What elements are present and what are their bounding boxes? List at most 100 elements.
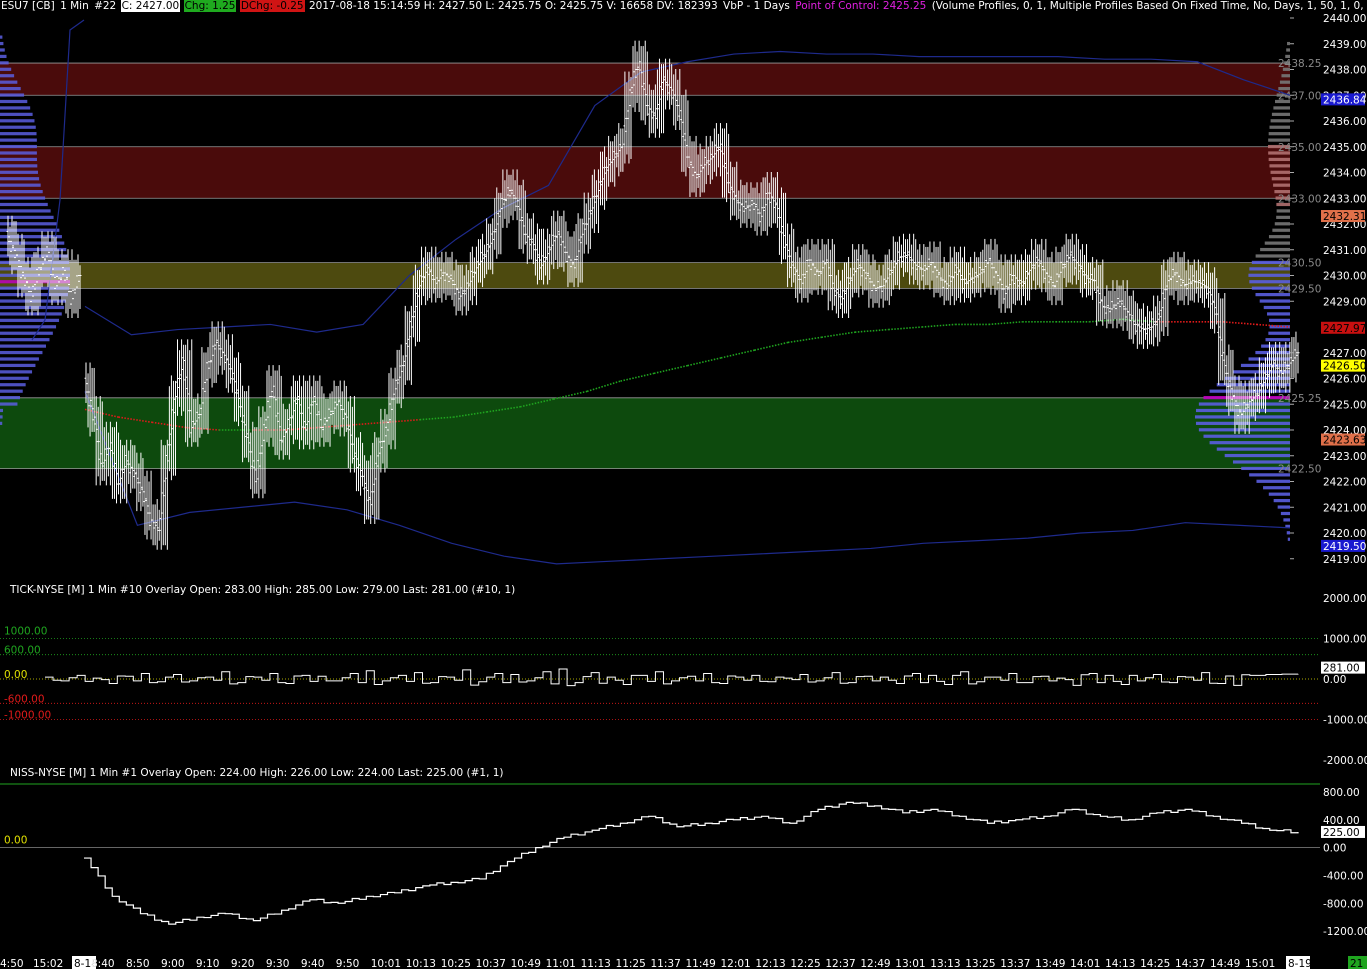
time-label: 14:49 xyxy=(1210,958,1240,969)
session-profile-row xyxy=(1273,499,1290,503)
price-axis-label: 2436.00 xyxy=(1323,116,1366,128)
overnight-profile-row xyxy=(0,363,36,368)
time-label: 9:20 xyxy=(231,958,255,969)
price-axis-label: 2420.00 xyxy=(1323,528,1366,540)
session-profile-row xyxy=(1280,511,1290,516)
study-settings: (Volume Profiles, 0, 1, Multiple Profile… xyxy=(931,0,1367,12)
niss-axis-label: 0.00 xyxy=(1323,843,1346,855)
tick-level-label: 1000.00 xyxy=(4,626,47,638)
time-label: 12:37 xyxy=(825,958,855,969)
tick-level-label: -1000.00 xyxy=(4,710,51,722)
time-label: 11:13 xyxy=(581,958,611,969)
corner-badge-label: 21 xyxy=(1350,958,1363,969)
niss-axis-label: 800.00 xyxy=(1323,787,1360,799)
time-label: 10:49 xyxy=(511,958,541,969)
price-axis-label: 2439.00 xyxy=(1323,39,1366,51)
price-badge-label: 2436.84 xyxy=(1323,94,1367,106)
overnight-profile-row xyxy=(0,190,43,194)
tick-axis-label: -1000.00 xyxy=(1323,715,1367,727)
session-profile-row xyxy=(1209,441,1290,445)
profile-level-label: 2422.50 xyxy=(1278,464,1321,476)
price-badge-label: 2423.63 xyxy=(1323,435,1366,447)
niss-zero-label: 0.00 xyxy=(4,835,27,847)
session-profile-row xyxy=(1248,273,1290,277)
overnight-profile-row xyxy=(0,119,35,123)
overnight-profile-row xyxy=(0,41,4,46)
overnight-profile-row xyxy=(0,54,7,59)
session-profile-row xyxy=(1255,350,1290,355)
session-profile-row xyxy=(1264,241,1290,245)
niss-last-badge-label: 225.00 xyxy=(1323,827,1360,839)
time-label: 9:00 xyxy=(161,958,185,969)
profile-level-label: 2430.50 xyxy=(1278,258,1321,270)
tick-level-label: -600.00 xyxy=(4,693,45,705)
time-label: 14:01 xyxy=(1070,958,1100,969)
time-label: 13:37 xyxy=(1000,958,1030,969)
niss-axis-label: -1200.00 xyxy=(1323,926,1367,938)
session-profile-row xyxy=(1263,486,1290,490)
symbol-label[interactable]: ESU7 [CB] xyxy=(0,0,56,12)
session-profile-row xyxy=(1268,235,1290,239)
trading-chart[interactable]: 2438.25 2437.00 2435.00 2433.00 2430.50 2429.… xyxy=(0,0,1367,969)
overnight-profile-row xyxy=(0,138,37,142)
session-profile-row xyxy=(1287,41,1290,46)
session-profile-row xyxy=(1267,312,1290,316)
price-axis-label: 2434.00 xyxy=(1323,168,1366,180)
time-label: 11:49 xyxy=(685,958,715,969)
profile-level-label: 2437.00 xyxy=(1278,90,1321,102)
time-label: 9:30 xyxy=(266,958,290,969)
time-label: 13:49 xyxy=(1035,958,1065,969)
overnight-profile-row xyxy=(0,112,33,116)
overnight-profile-row xyxy=(0,325,57,329)
session-profile-row xyxy=(1279,80,1290,84)
overnight-profile-row xyxy=(0,396,20,400)
overnight-profile-row xyxy=(0,74,15,78)
overnight-profile-row xyxy=(0,415,3,419)
overnight-profile-row xyxy=(0,376,29,380)
overnight-profile-row xyxy=(0,87,21,91)
time-label: 15:01 xyxy=(1245,958,1275,969)
overnight-profile-row xyxy=(0,35,3,39)
bar-number: #22 xyxy=(94,0,117,12)
overnight-profile-row xyxy=(0,202,48,207)
interval-label[interactable]: 1 Min xyxy=(59,0,90,12)
session-profile-row xyxy=(1256,479,1290,483)
tick-axis-label: 0.00 xyxy=(1323,674,1346,686)
overnight-profile-row xyxy=(0,421,3,425)
time-label: 4:50 xyxy=(0,958,24,969)
session-profile-row xyxy=(1287,537,1290,541)
overnight-profile-row xyxy=(0,144,37,149)
tick-axis-label: 1000.00 xyxy=(1323,634,1366,646)
close-value: C: 2427.00 xyxy=(120,0,181,12)
session-profile-row xyxy=(1273,106,1290,110)
session-profile-row xyxy=(1268,132,1290,136)
session-profile-row xyxy=(1273,183,1290,187)
red-zone-lower xyxy=(0,146,1290,199)
session-profile-row xyxy=(1265,338,1290,342)
session-profile-row xyxy=(1198,428,1290,432)
overnight-profile-row xyxy=(0,183,41,187)
session-profile-row xyxy=(1269,164,1290,168)
time-label: 12:49 xyxy=(860,958,890,969)
profile-level-label: 2425.25 xyxy=(1278,393,1321,405)
session-profile-row xyxy=(1259,299,1290,303)
overnight-profile-row xyxy=(0,48,5,52)
time-label: 9:40 xyxy=(301,958,325,969)
overnight-profile-row xyxy=(0,209,51,213)
time-label: 14:13 xyxy=(1105,958,1135,969)
overnight-profile-row xyxy=(0,370,33,374)
profile-level-label: 2433.00 xyxy=(1278,193,1321,205)
time-label: 10:37 xyxy=(476,958,506,969)
time-label: 13:25 xyxy=(965,958,995,969)
time-label: 14:37 xyxy=(1175,958,1205,969)
session-profile-row xyxy=(1281,74,1290,78)
session-profile-row xyxy=(1272,228,1290,232)
time-label: 13:01 xyxy=(895,958,925,969)
tick-axis-label: 2000.00 xyxy=(1323,593,1366,605)
time-label: 15:02 xyxy=(33,958,63,969)
poc-label: Point of Control: 2425.25 xyxy=(795,0,927,12)
overnight-profile-row xyxy=(0,99,28,104)
session-profile-row xyxy=(1271,112,1290,116)
session-profile-row xyxy=(1260,247,1290,252)
price-axis-label: 2421.00 xyxy=(1323,502,1366,514)
